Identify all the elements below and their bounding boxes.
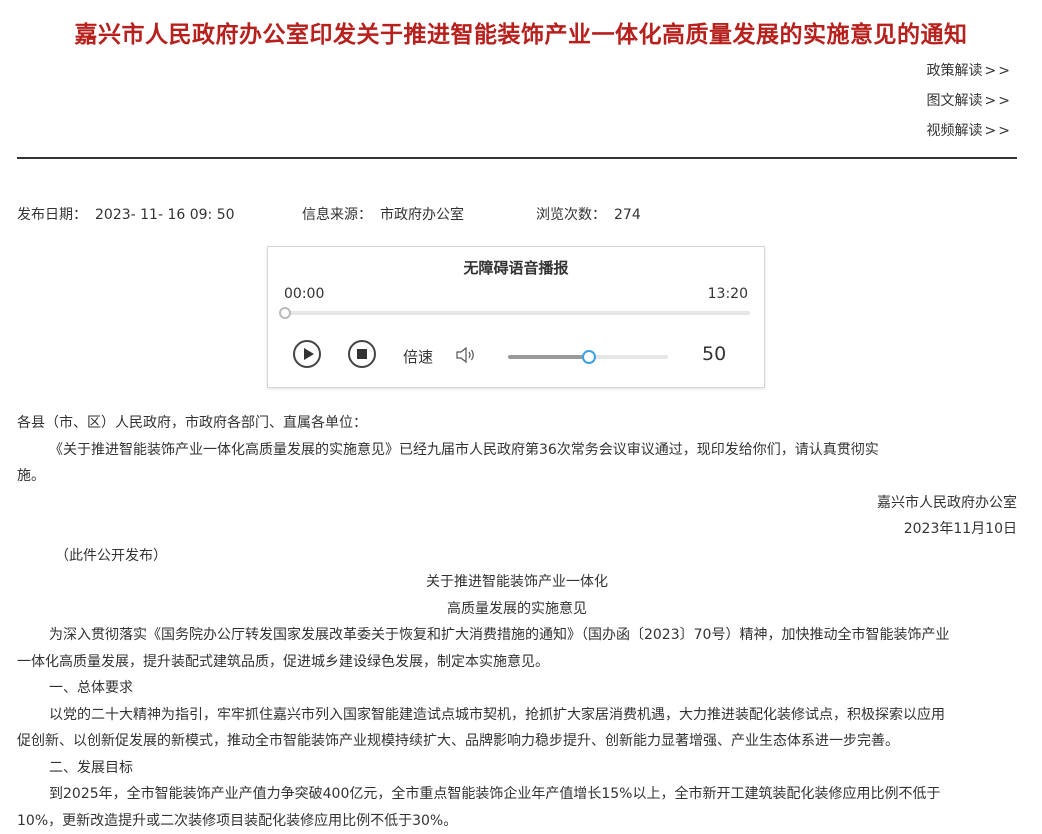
doc-title-line-2: 高质量发展的实施意见: [17, 596, 1017, 623]
section-heading: 一、总体要求: [17, 675, 1017, 702]
info-source: 信息来源：市政府办公室: [302, 204, 536, 224]
current-time: 00:00: [284, 286, 324, 302]
notice-paragraph-cont: 施。: [17, 463, 1017, 490]
link-arrows: >>: [985, 63, 1012, 79]
volume-handle[interactable]: [582, 350, 596, 364]
link-label: 视频解读: [927, 123, 983, 139]
salutation: 各县（市、区）人民政府，市政府各部门、直属各单位：: [17, 410, 1017, 437]
view-count: 浏览次数：274: [536, 204, 641, 224]
publish-date: 发布日期：2023- 11- 16 09: 50: [17, 204, 302, 224]
link-arrows: >>: [985, 93, 1012, 109]
video-interpretation-link[interactable]: 视频解读>>: [927, 120, 1012, 140]
link-arrows: >>: [985, 123, 1012, 139]
section-paragraph: 到2025年，全市智能装饰产业产值力争突破400亿元，全市重点智能装饰企业年产值…: [17, 781, 1017, 808]
section-paragraph-cont: 10%，更新改造提升或二次装修项目装配化装修应用比例不低于30%。: [17, 808, 1017, 834]
play-icon: [304, 348, 314, 360]
public-note: （此件公开发布）: [17, 543, 1017, 570]
notice-paragraph: 《关于推进智能装饰产业一体化高质量发展的实施意见》已经九届市人民政府第36次常务…: [17, 437, 1017, 464]
volume-value: 50: [702, 343, 726, 365]
issuer: 嘉兴市人民政府办公室: [17, 490, 1017, 517]
audio-player: 无障碍语音播报 00:00 13:20 倍速 50: [267, 246, 765, 388]
page-title: 嘉兴市人民政府办公室印发关于推进智能装饰产业一体化高质量发展的实施意见的通知: [0, 18, 1042, 52]
issue-date: 2023年11月10日: [17, 516, 1017, 543]
doc-title-line-1: 关于推进智能装饰产业一体化: [17, 569, 1017, 596]
player-title: 无障碍语音播报: [268, 257, 764, 278]
stop-button[interactable]: [348, 340, 376, 368]
progress-bar[interactable]: [284, 311, 750, 315]
volume-slider[interactable]: [508, 355, 668, 359]
article-meta: 发布日期：2023- 11- 16 09: 50信息来源：市政府办公室浏览次数：…: [17, 204, 641, 224]
intro-paragraph-cont: 一体化高质量发展，提升装配式建筑品质，促进城乡建设绿色发展，制定本实施意见。: [17, 649, 1017, 676]
speed-button[interactable]: 倍速: [403, 346, 433, 367]
speaker-icon[interactable]: [454, 344, 478, 366]
section-heading: 二、发展目标: [17, 755, 1017, 782]
intro-paragraph: 为深入贯彻落实《国务院办公厅转发国家发展改革委关于恢复和扩大消费措施的通知》（国…: [17, 622, 1017, 649]
play-button[interactable]: [293, 340, 321, 368]
title-divider: [17, 157, 1017, 159]
total-time: 13:20: [708, 286, 748, 302]
volume-fill: [508, 355, 588, 359]
graphic-interpretation-link[interactable]: 图文解读>>: [927, 90, 1012, 110]
article-body: 各县（市、区）人民政府，市政府各部门、直属各单位： 《关于推进智能装饰产业一体化…: [17, 410, 1017, 834]
policy-interpretation-link[interactable]: 政策解读>>: [927, 60, 1012, 80]
progress-handle[interactable]: [279, 307, 291, 319]
link-label: 图文解读: [927, 93, 983, 109]
section-paragraph: 以党的二十大精神为指引，牢牢抓住嘉兴市列入国家智能建造试点城市契机，抢抓扩大家居…: [17, 702, 1017, 729]
section-paragraph-cont: 促创新、以创新促发展的新模式，推动全市智能装饰产业规模持续扩大、品牌影响力稳步提…: [17, 728, 1017, 755]
link-label: 政策解读: [927, 63, 983, 79]
stop-icon: [357, 349, 367, 359]
